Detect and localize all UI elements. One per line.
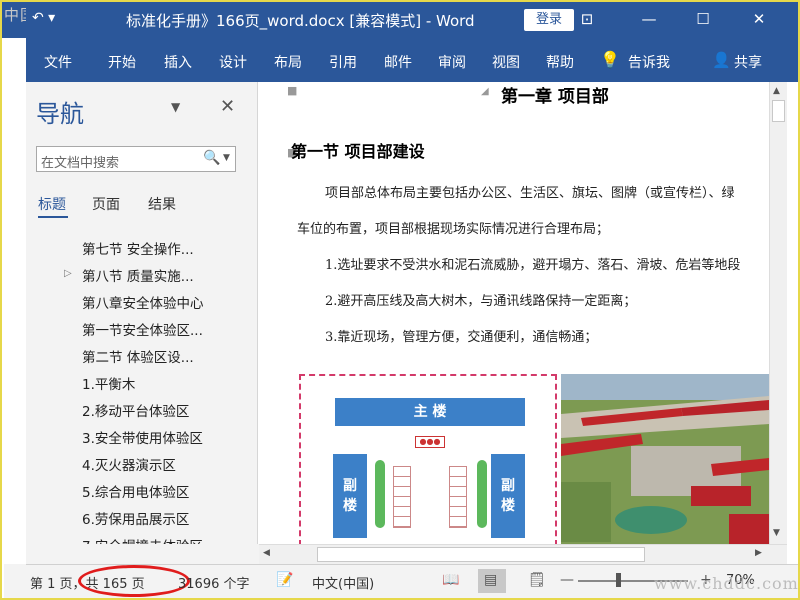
ribbon-display-icon[interactable]: ⊡ [576, 8, 598, 30]
tab-design[interactable]: 设计 [219, 52, 247, 72]
status-left-spacer [4, 564, 26, 598]
parking-grid-left [393, 466, 411, 528]
horizontal-scroll-thumb[interactable] [317, 547, 645, 562]
green-strip-right [477, 460, 487, 528]
body-paragraph: 项目部总体布局主要包括办公区、生活区、旗坛、图牌（或宣传栏）、绿 [325, 186, 735, 201]
collapse-triangle-icon[interactable]: ◢ [481, 86, 489, 97]
nav-pane-footer [26, 544, 259, 564]
zoom-slider-thumb[interactable] [616, 573, 621, 587]
nav-close-icon[interactable]: ✕ [220, 96, 235, 117]
word-window: 中国道桥网 ↶ ▾ 标准化手册》166页_word.docx [兼容模式] - … [0, 0, 800, 600]
nav-heading-item[interactable]: 5.综合用电体验区 [82, 481, 189, 501]
word-count[interactable]: 31696 个字 [178, 573, 250, 592]
read-mode-icon[interactable]: 📖 [442, 572, 459, 588]
minimize-icon[interactable]: — [638, 8, 660, 30]
tab-help[interactable]: 帮助 [546, 52, 574, 72]
scroll-right-icon[interactable]: ▶ [755, 548, 762, 558]
aerial-photo-image [561, 374, 769, 544]
title-bar: ↶ ▾ 标准化手册》166页_word.docx [兼容模式] - Word 登… [26, 2, 798, 38]
search-options-chevron-down-icon[interactable]: ▼ [223, 153, 230, 163]
nav-tab-headings[interactable]: 标题 [38, 194, 66, 214]
quick-access-toolbar[interactable]: ↶ ▾ [32, 10, 55, 26]
ribbon-tabs: 文件 开始 插入 设计 布局 引用 邮件 审阅 视图 帮助 💡 告诉我 👤 共享 [26, 38, 798, 82]
flag-dots: ●●● [415, 436, 445, 448]
scroll-down-icon[interactable]: ▼ [773, 528, 780, 538]
layout-diagram-image: 主 楼 ●●● 副楼 副楼 [299, 374, 557, 544]
document-canvas[interactable]: ■ ◢ 第一章 项目部 ■ 第一节 项目部建设 项目部总体布局主要包括办公区、生… [259, 82, 769, 544]
chapter-heading: 第一章 项目部 [501, 87, 609, 107]
active-tab-indicator [38, 216, 68, 218]
vertical-scrollbar[interactable]: ▲ ▼ [769, 82, 787, 544]
zoom-out-icon[interactable]: — [560, 572, 574, 588]
print-layout-icon[interactable]: ▤ [484, 572, 497, 588]
section-heading: 第一节 项目部建设 [291, 142, 425, 161]
body-paragraph: 3.靠近现场，管理方便，交通便利，通信畅通； [325, 330, 598, 345]
nav-heading-item[interactable]: 第一节安全体验区... [82, 319, 203, 339]
nav-heading-item[interactable]: 1.平衡木 [82, 373, 135, 393]
parking-grid-right [449, 466, 467, 528]
web-layout-icon[interactable]: 🗒 [528, 572, 546, 588]
window-title: 标准化手册》166页_word.docx [兼容模式] - Word [126, 12, 475, 30]
bullet-mark: ■ [287, 84, 298, 97]
side-building-left: 副楼 [333, 454, 367, 538]
close-window-icon[interactable]: ✕ [748, 8, 770, 30]
watermark-bottom: www.chddc.com [654, 574, 799, 593]
main-building-block: 主 楼 [335, 398, 525, 426]
horizontal-scrollbar[interactable]: ◀ ▶ [259, 544, 787, 564]
tab-layout[interactable]: 布局 [274, 52, 302, 72]
tab-file[interactable]: 文件 [44, 52, 72, 72]
nav-pane-title: 导航 [36, 100, 84, 128]
proofing-icon[interactable]: 📝 [276, 572, 293, 588]
aerial-photo-graphic [561, 374, 769, 544]
nav-heading-item[interactable]: 第二节 体验区设... [82, 346, 194, 366]
share-person-icon[interactable]: 👤 [712, 51, 731, 69]
body-paragraph: 车位的布置，项目部根据现场实际情况进行合理布局； [297, 222, 610, 237]
nav-options-chevron-down-icon[interactable]: ▼ [171, 100, 180, 114]
vertical-scroll-thumb[interactable] [772, 100, 785, 122]
nav-heading-item[interactable]: 第八节 质量实施... [82, 265, 194, 285]
scroll-left-icon[interactable]: ◀ [263, 548, 270, 558]
navigation-pane: 导航 ▼ ✕ 在文档中搜索 🔍 ▼ 标题 页面 结果 第七节 安全操作... ▷… [26, 82, 258, 564]
tab-home[interactable]: 开始 [108, 52, 136, 72]
share-button[interactable]: 共享 [734, 52, 762, 72]
tab-mailings[interactable]: 邮件 [384, 52, 412, 72]
language-indicator[interactable]: 中文(中国) [312, 573, 374, 592]
nav-heading-item[interactable]: 3.安全带使用体验区 [82, 427, 203, 447]
nav-search-input[interactable]: 在文档中搜索 🔍 ▼ [36, 146, 236, 172]
page-count-highlight [78, 565, 190, 597]
lightbulb-icon[interactable]: 💡 [600, 50, 620, 69]
body-paragraph: 2.避开高压线及高大树木，与通讯线路保持一定距离； [325, 294, 637, 309]
maximize-icon[interactable]: ☐ [692, 8, 714, 30]
nav-tab-results[interactable]: 结果 [148, 194, 176, 214]
tab-view[interactable]: 视图 [492, 52, 520, 72]
tab-references[interactable]: 引用 [329, 52, 357, 72]
scroll-up-icon[interactable]: ▲ [773, 86, 780, 96]
tell-me-input[interactable]: 告诉我 [628, 52, 670, 72]
tab-insert[interactable]: 插入 [164, 52, 192, 72]
green-strip-left [375, 460, 385, 528]
nav-heading-item[interactable]: 6.劳保用品展示区 [82, 508, 189, 528]
nav-tab-pages[interactable]: 页面 [92, 194, 120, 214]
expand-triangle-icon[interactable]: ▷ [64, 268, 72, 279]
login-button[interactable]: 登录 [524, 9, 574, 31]
body-paragraph: 1.选址要求不受洪水和泥石流威胁，避开塌方、落石、滑坡、危岩等地段 [325, 258, 741, 273]
search-placeholder: 在文档中搜索 [41, 156, 120, 171]
nav-heading-item[interactable]: 4.灭火器演示区 [82, 454, 176, 474]
tab-review[interactable]: 审阅 [438, 52, 466, 72]
nav-heading-item[interactable]: 第八章安全体验中心 [82, 292, 204, 312]
search-icon[interactable]: 🔍 [203, 150, 220, 166]
side-building-right: 副楼 [491, 454, 525, 538]
nav-heading-item[interactable]: 第七节 安全操作... [82, 238, 194, 258]
nav-heading-item[interactable]: 2.移动平台体验区 [82, 400, 189, 420]
